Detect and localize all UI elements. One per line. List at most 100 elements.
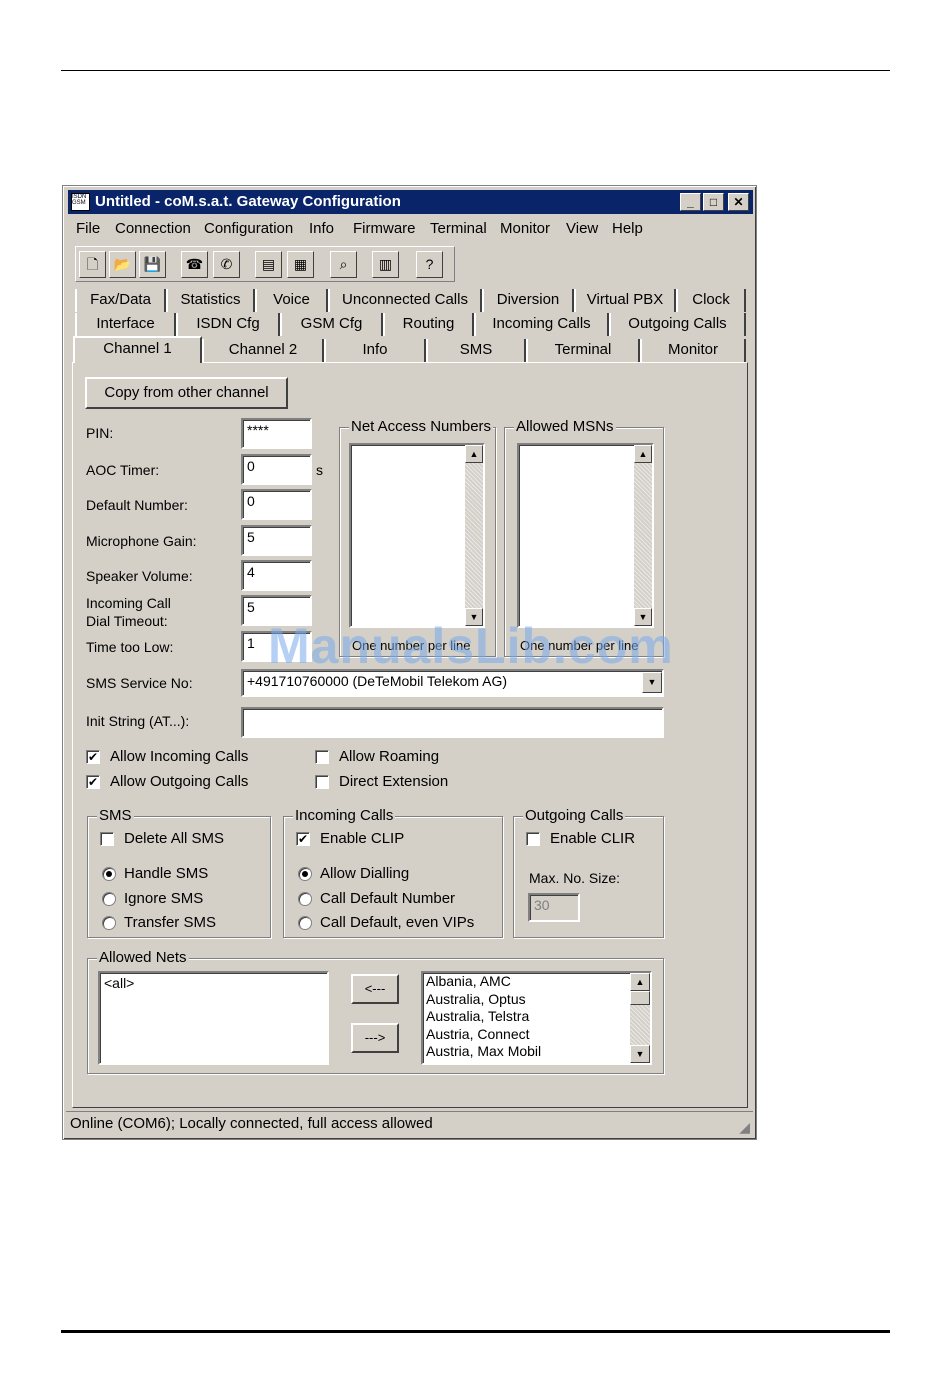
transfer-sms-radio[interactable] bbox=[102, 916, 116, 930]
sms-service-label: SMS Service No: bbox=[86, 675, 193, 691]
outgoing-calls-group-title: Outgoing Calls bbox=[523, 807, 626, 824]
new-icon[interactable]: 🗋 bbox=[79, 251, 106, 278]
allowed-msns-title: Allowed MSNs bbox=[514, 418, 616, 435]
menu-view[interactable]: View bbox=[566, 220, 598, 237]
allow-outgoing-checkbox[interactable]: ✔ bbox=[86, 775, 100, 789]
microphone-gain-field[interactable]: 5 bbox=[241, 525, 312, 556]
handle-sms-radio[interactable] bbox=[102, 867, 116, 881]
search-icon[interactable]: ⌕ bbox=[330, 251, 357, 278]
tab-clock[interactable]: Clock bbox=[676, 289, 746, 312]
bottom-rule bbox=[61, 1330, 890, 1333]
aoc-timer-label: AOC Timer: bbox=[86, 462, 160, 478]
write-config-icon[interactable]: ▦ bbox=[287, 251, 314, 278]
list-item[interactable]: Australia, Optus bbox=[426, 991, 647, 1009]
tab-info[interactable]: Info bbox=[324, 339, 426, 362]
help-icon[interactable]: ? bbox=[416, 251, 443, 278]
enable-clir-label: Enable CLIR bbox=[550, 830, 636, 847]
allowed-nets-group: Allowed Nets <all> <--- ---> Albania, AM… bbox=[87, 949, 664, 1074]
copy-from-other-channel-button[interactable]: Copy from other channel bbox=[85, 377, 288, 409]
menu-configuration[interactable]: Configuration bbox=[204, 220, 293, 237]
minimize-button[interactable]: _ bbox=[680, 193, 701, 211]
save-icon[interactable]: 💾 bbox=[139, 251, 166, 278]
default-number-label: Default Number: bbox=[86, 497, 188, 513]
dropdown-arrow-icon[interactable]: ▼ bbox=[642, 672, 662, 693]
tab-channel-1[interactable]: Channel 1 bbox=[73, 336, 202, 363]
tab-gsm-cfg[interactable]: GSM Cfg bbox=[280, 313, 383, 336]
tab-channel-2[interactable]: Channel 2 bbox=[202, 339, 324, 362]
resize-grip-icon[interactable]: ◢ bbox=[739, 1115, 750, 1139]
list-item[interactable]: Austria, Max Mobil bbox=[426, 1043, 647, 1061]
allow-outgoing-label: Allow Outgoing Calls bbox=[110, 773, 249, 790]
tab-isdn-cfg[interactable]: ISDN Cfg bbox=[176, 313, 280, 336]
sms-group: SMS Delete All SMS Handle SMS Ignore SMS… bbox=[87, 807, 271, 938]
scroll-thumb[interactable] bbox=[630, 991, 650, 1005]
read-config-icon[interactable]: ▤ bbox=[255, 251, 282, 278]
remove-net-button[interactable]: ---> bbox=[351, 1023, 399, 1053]
tab-terminal[interactable]: Terminal bbox=[526, 339, 640, 362]
ignore-sms-radio[interactable] bbox=[102, 892, 116, 906]
tab-incoming-calls[interactable]: Incoming Calls bbox=[474, 313, 609, 336]
menu-file[interactable]: File bbox=[76, 220, 100, 237]
init-string-field[interactable] bbox=[241, 707, 664, 738]
max-no-size-label: Max. No. Size: bbox=[529, 870, 621, 886]
menu-monitor[interactable]: Monitor bbox=[500, 220, 550, 237]
delete-all-sms-checkbox[interactable] bbox=[100, 832, 114, 846]
maximize-button[interactable]: □ bbox=[703, 193, 724, 211]
call-default-number-radio[interactable] bbox=[298, 892, 312, 906]
scroll-down-icon[interactable]: ▼ bbox=[630, 1045, 650, 1063]
menu-terminal[interactable]: Terminal bbox=[430, 220, 487, 237]
max-no-size-field[interactable]: 30 bbox=[528, 893, 580, 922]
list-item[interactable]: Albania, AMC bbox=[426, 973, 647, 991]
allow-roaming-checkbox[interactable] bbox=[315, 750, 329, 764]
open-icon[interactable]: 📂 bbox=[109, 251, 136, 278]
net-access-title: Net Access Numbers bbox=[349, 418, 494, 435]
tab-fax-data[interactable]: Fax/Data bbox=[75, 289, 166, 312]
call-default-vips-radio[interactable] bbox=[298, 916, 312, 930]
net-access-scrollbar[interactable]: ▲ ▼ bbox=[465, 445, 483, 626]
scroll-up-icon[interactable]: ▲ bbox=[630, 973, 650, 991]
enable-clir-checkbox[interactable] bbox=[526, 832, 540, 846]
tab-outgoing-calls[interactable]: Outgoing Calls bbox=[609, 313, 746, 336]
tab-unconnected-calls[interactable]: Unconnected Calls bbox=[328, 289, 482, 312]
list-item[interactable]: Austria, Connect bbox=[426, 1026, 647, 1044]
aoc-timer-field[interactable]: 0 bbox=[241, 454, 312, 485]
statistics-icon[interactable]: ▥ bbox=[372, 251, 399, 278]
list-item[interactable]: Australia, Telstra bbox=[426, 1008, 647, 1026]
list-item[interactable]: <all> bbox=[104, 975, 323, 991]
connect-icon[interactable]: ☎ bbox=[181, 251, 208, 278]
allowed-msns-scrollbar[interactable]: ▲ ▼ bbox=[634, 445, 652, 626]
menu-firmware[interactable]: Firmware bbox=[353, 220, 416, 237]
transfer-sms-label: Transfer SMS bbox=[124, 914, 216, 931]
net-access-list[interactable]: ▲ ▼ bbox=[349, 443, 485, 628]
close-button[interactable]: ✕ bbox=[728, 193, 749, 211]
tab-voice[interactable]: Voice bbox=[255, 289, 328, 312]
tab-diversion[interactable]: Diversion bbox=[482, 289, 574, 312]
menu-connection[interactable]: Connection bbox=[115, 220, 191, 237]
enable-clip-checkbox[interactable]: ✔ bbox=[296, 832, 310, 846]
add-net-button[interactable]: <--- bbox=[351, 974, 399, 1004]
call-default-number-label: Call Default Number bbox=[320, 890, 456, 907]
default-number-field[interactable]: 0 bbox=[241, 489, 312, 520]
title-bar[interactable]: ISDN GSM Untitled - coM.s.a.t. Gateway C… bbox=[68, 190, 753, 214]
window-title: Untitled - coM.s.a.t. Gateway Configurat… bbox=[95, 193, 401, 210]
tab-interface[interactable]: Interface bbox=[75, 313, 176, 336]
tab-sms[interactable]: SMS bbox=[426, 339, 526, 362]
tab-monitor[interactable]: Monitor bbox=[640, 339, 746, 362]
allowed-msns-list[interactable]: ▲ ▼ bbox=[517, 443, 654, 628]
allow-incoming-checkbox[interactable]: ✔ bbox=[86, 750, 100, 764]
menu-help[interactable]: Help bbox=[612, 220, 643, 237]
available-nets-scrollbar[interactable]: ▲ ▼ bbox=[630, 973, 650, 1063]
pin-field[interactable]: **** bbox=[241, 418, 312, 449]
disconnect-icon[interactable]: ✆ bbox=[213, 251, 240, 278]
selected-nets-list[interactable]: <all> bbox=[98, 971, 329, 1065]
speaker-volume-field[interactable]: 4 bbox=[241, 560, 312, 591]
available-nets-list[interactable]: Albania, AMC Australia, Optus Australia,… bbox=[421, 971, 652, 1065]
menu-info[interactable]: Info bbox=[309, 220, 334, 237]
scroll-up-icon[interactable]: ▲ bbox=[465, 445, 483, 463]
scroll-up-icon[interactable]: ▲ bbox=[634, 445, 652, 463]
tab-virtual-pbx[interactable]: Virtual PBX bbox=[574, 289, 676, 312]
allow-dialling-radio[interactable] bbox=[298, 867, 312, 881]
tab-statistics[interactable]: Statistics bbox=[166, 289, 255, 312]
tab-routing[interactable]: Routing bbox=[383, 313, 474, 336]
direct-extension-checkbox[interactable] bbox=[315, 775, 329, 789]
